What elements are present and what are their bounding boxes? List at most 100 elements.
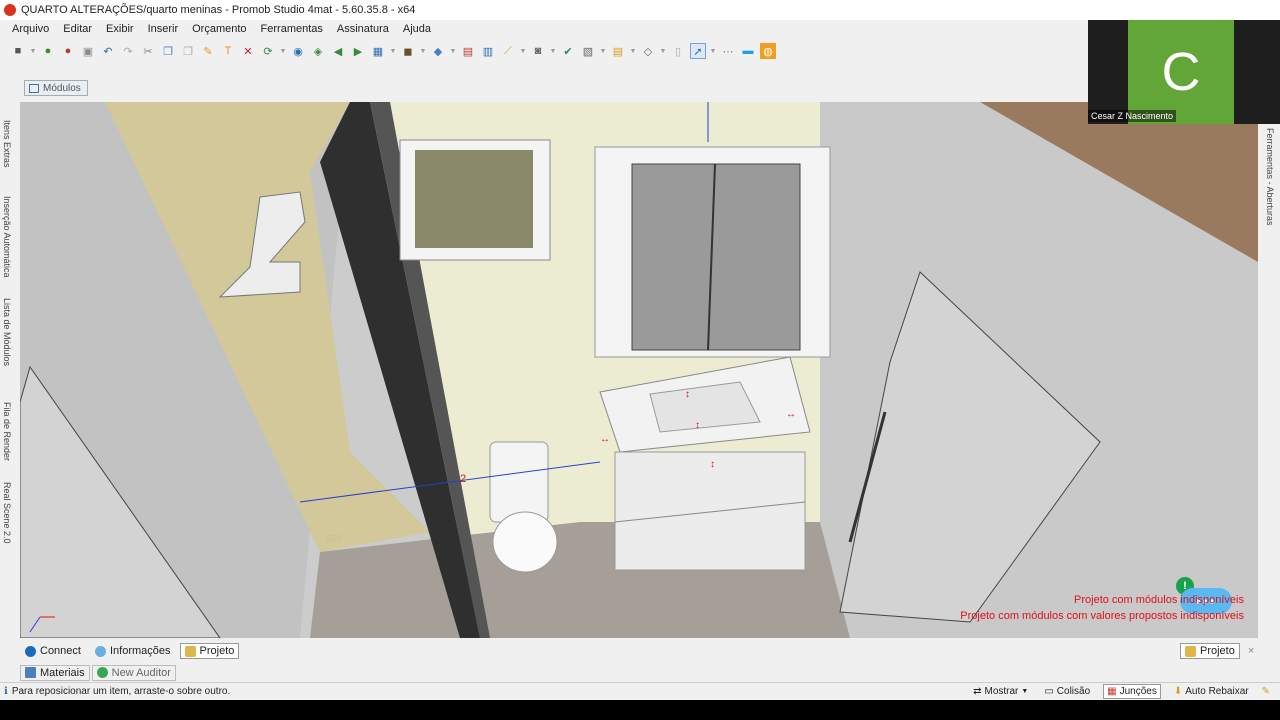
refresh-icon[interactable]: ⟳	[260, 43, 276, 59]
lower-icon: ⬇	[1173, 686, 1183, 697]
3d-viewport[interactable]: ↔ ↕ ↕ ↕ ↔ 2 150 ! ••• Projeto com módulo…	[20, 102, 1258, 638]
toggle-juncoes-label: Junções	[1119, 686, 1157, 697]
tab-materiais-label: Materiais	[40, 666, 85, 679]
menu-exibir[interactable]: Exibir	[106, 23, 134, 35]
materials-icon	[25, 667, 36, 678]
cut-icon[interactable]: ✂	[140, 43, 156, 59]
measure-icon[interactable]: ⟋	[500, 43, 516, 59]
video-call-overlay: C Cesar Z Nascimento	[1088, 20, 1280, 124]
format-icon[interactable]: T	[220, 43, 236, 59]
auditor-icon	[96, 667, 108, 678]
modules-tab-label: Módulos	[43, 83, 81, 94]
main-toolbar: ■ ▼ ● ● ▣ ↶ ↷ ✂ ❐ ❐ ✎ T ✕ ⟳ ▼ ◉ ◈ ◀ ▶ ▦ ▼ ◼…	[0, 40, 1090, 62]
svg-text:↕: ↕	[695, 420, 700, 431]
tab-informacoes[interactable]: Informações	[90, 643, 176, 659]
material-icon[interactable]: ▤	[460, 43, 476, 59]
tab-projeto-right-label: Projeto	[1200, 645, 1235, 657]
camera-icon[interactable]: ◙	[530, 43, 546, 59]
collision-icon: ▭	[1044, 686, 1054, 697]
modules-icon	[29, 84, 39, 93]
save-icon[interactable]: ■	[10, 43, 26, 59]
paste-icon[interactable]: ❐	[180, 43, 196, 59]
status-bar: ℹ Para reposicionar um item, arraste-o s…	[0, 682, 1280, 700]
tab-projeto-right[interactable]: Projeto	[1180, 643, 1240, 659]
toggle-mostrar[interactable]: ⇄ Mostrar ▼	[970, 685, 1031, 698]
brush-icon[interactable]: ✎	[200, 43, 216, 59]
menu-ajuda[interactable]: Ajuda	[403, 23, 431, 35]
tab-new-auditor[interactable]: New Auditor	[91, 664, 176, 681]
panel-lista-modulos[interactable]: Lista de Módulos	[2, 298, 12, 366]
chevron-down-icon[interactable]: ▼	[550, 43, 557, 59]
layout-icon[interactable]: ▧	[580, 43, 596, 59]
status-toggles: ⇄ Mostrar ▼ ▭ Colisão ▦ Junções ⬇ Auto Rebaix…	[970, 684, 1270, 699]
tab-projeto[interactable]: Projeto	[179, 643, 240, 659]
panel-itens-extras[interactable]: Itens Extras	[2, 120, 12, 168]
joints-icon: ▦	[1107, 686, 1117, 697]
cube-icon[interactable]: ◼	[400, 43, 416, 59]
warning-line-1: Projeto com módulos indisponíveis	[1074, 594, 1244, 606]
chevron-down-icon[interactable]: ▼	[420, 43, 427, 59]
delete-icon[interactable]: ✕	[240, 43, 256, 59]
chevron-down-icon[interactable]: ▼	[520, 43, 527, 59]
chevron-down-icon[interactable]: ▼	[390, 43, 397, 59]
tab-projeto-label: Projeto	[199, 645, 235, 657]
chevron-down-icon[interactable]: ▼	[660, 43, 667, 59]
grid-icon[interactable]: ▯	[670, 43, 686, 59]
chevron-down-icon[interactable]: ▼	[600, 43, 607, 59]
view-icon[interactable]: ▦	[370, 43, 386, 59]
toggle-mostrar-label: Mostrar	[984, 686, 1019, 697]
window-title: QUARTO ALTERAÇÕES/quarto meninas - Promo…	[21, 4, 416, 16]
menu-arquivo[interactable]: Arquivo	[12, 23, 49, 35]
pointer-icon[interactable]: ➚	[690, 43, 706, 59]
toggle-auto-rebaixar[interactable]: ⬇ Auto Rebaixar	[1171, 685, 1252, 698]
tools-icon[interactable]: ✎	[1262, 686, 1270, 697]
redo-icon[interactable]: ↷	[120, 43, 136, 59]
texture-icon[interactable]: ▥	[480, 43, 496, 59]
menu-ferramentas[interactable]: Ferramentas	[261, 23, 323, 35]
panel-ferramentas-aberturas[interactable]: Ferramentas - Aberturas	[1265, 128, 1275, 226]
toggle-auto-rebaixar-label: Auto Rebaixar	[1185, 686, 1249, 697]
chevron-down-icon[interactable]: ▼	[450, 43, 457, 59]
toggle-juncoes[interactable]: ▦ Junções	[1103, 684, 1161, 699]
close-icon[interactable]: ×	[1248, 645, 1254, 657]
panel-insercao-automatica[interactable]: Inserção Automática	[2, 196, 12, 278]
svg-text:↔: ↔	[786, 409, 796, 420]
user-icon[interactable]: ◍	[760, 43, 776, 59]
left-panel-strip: Itens Extras Inserção Automática Lista d…	[0, 102, 18, 642]
panel-real-scene[interactable]: Real Scene 2.0	[2, 482, 12, 544]
warning-messages: Projeto com módulos indisponíveis Projet…	[960, 592, 1244, 624]
undo-icon[interactable]: ↶	[100, 43, 116, 59]
eye-icon[interactable]: ◉	[290, 43, 306, 59]
ruler-icon[interactable]: ⋯	[720, 43, 736, 59]
menu-orcamento[interactable]: Orçamento	[192, 23, 246, 35]
tag-icon[interactable]: ◇	[640, 43, 656, 59]
arrow-left-icon[interactable]: ◀	[330, 43, 346, 59]
render2-icon[interactable]: ●	[60, 43, 76, 59]
folder-icon	[184, 645, 196, 657]
modules-tab[interactable]: Módulos	[24, 80, 88, 96]
menu-editar[interactable]: Editar	[63, 23, 92, 35]
print-icon[interactable]: ▣	[80, 43, 96, 59]
check-icon[interactable]: ✔	[560, 43, 576, 59]
participant-name: Cesar Z Nascimento	[1088, 110, 1177, 122]
status-message-text: Para reposicionar um item, arraste-o sob…	[11, 686, 231, 697]
render-icon[interactable]: ●	[40, 43, 56, 59]
chevron-down-icon[interactable]: ▼	[630, 43, 637, 59]
layers-icon[interactable]: ▤	[610, 43, 626, 59]
chevron-down-icon[interactable]: ▼	[30, 43, 37, 59]
menu-inserir[interactable]: Inserir	[148, 23, 179, 35]
chat-icon[interactable]: ▬	[740, 43, 756, 59]
warning-line-2: Projeto com módulos com valores proposto…	[960, 610, 1244, 622]
tab-connect[interactable]: Connect	[20, 643, 86, 659]
arrow-right-icon[interactable]: ▶	[350, 43, 366, 59]
tab-materiais[interactable]: Materiais	[20, 664, 90, 681]
toggle-colisao[interactable]: ▭ Colisão	[1041, 685, 1093, 698]
chevron-down-icon[interactable]: ▼	[280, 43, 287, 59]
copy-icon[interactable]: ❐	[160, 43, 176, 59]
module-icon[interactable]: ◈	[310, 43, 326, 59]
chevron-down-icon[interactable]: ▼	[710, 43, 717, 59]
panel-fila-render[interactable]: Fila de Render	[2, 402, 12, 461]
menu-assinatura[interactable]: Assinatura	[337, 23, 389, 35]
folder-icon	[1185, 645, 1196, 657]
drop-icon[interactable]: ◆	[430, 43, 446, 59]
